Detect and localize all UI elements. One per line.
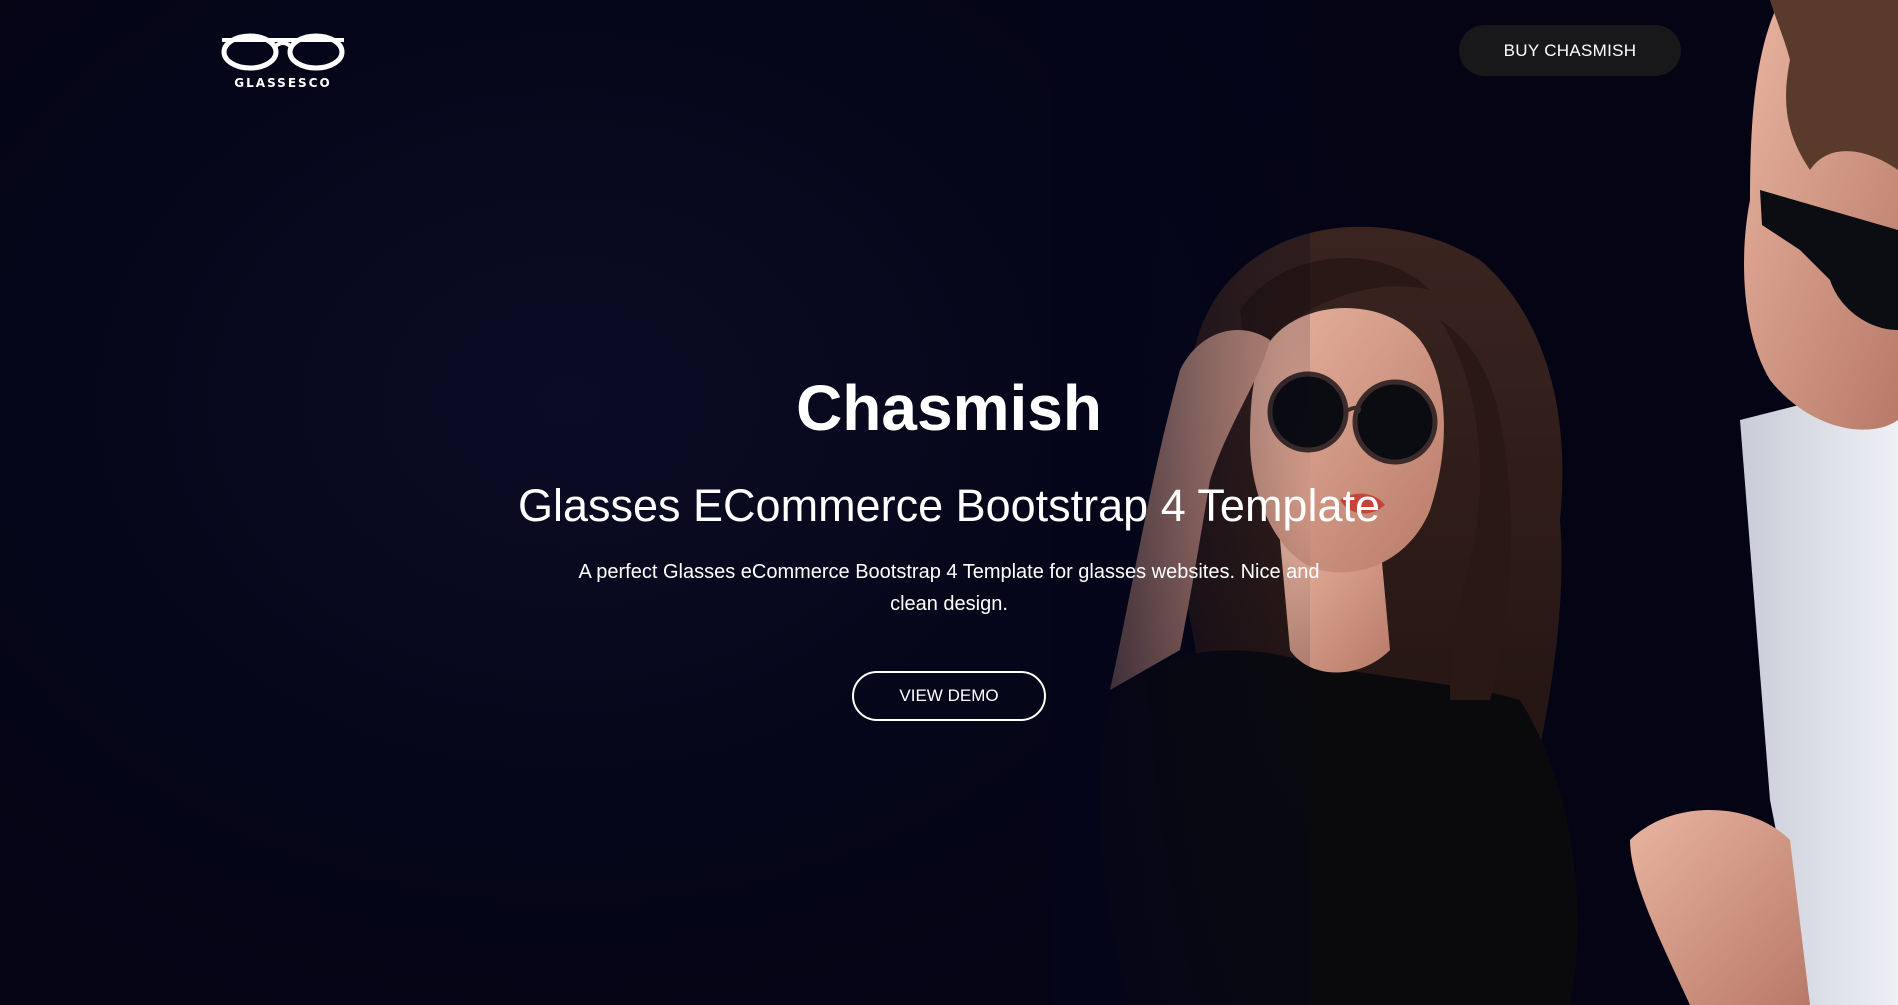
hero-description: A perfect Glasses eCommerce Bootstrap 4 …: [578, 561, 1320, 615]
logo-wordmark: GLASSESCO: [234, 76, 332, 90]
site-logo[interactable]: GLASSESCO: [218, 28, 348, 94]
hero-subtitle: Glasses ECommerce Bootstrap 4 Template: [517, 480, 1381, 531]
hero-title: Chasmish: [796, 372, 1102, 444]
buy-button[interactable]: BUY CHASMISH: [1459, 25, 1681, 76]
view-demo-button[interactable]: VIEW DEMO: [852, 671, 1046, 721]
hero-section: GLASSESCO BUY CHASMISH Chasmish Glasses …: [0, 0, 1898, 1005]
glasses-logo-icon: [221, 33, 345, 71]
